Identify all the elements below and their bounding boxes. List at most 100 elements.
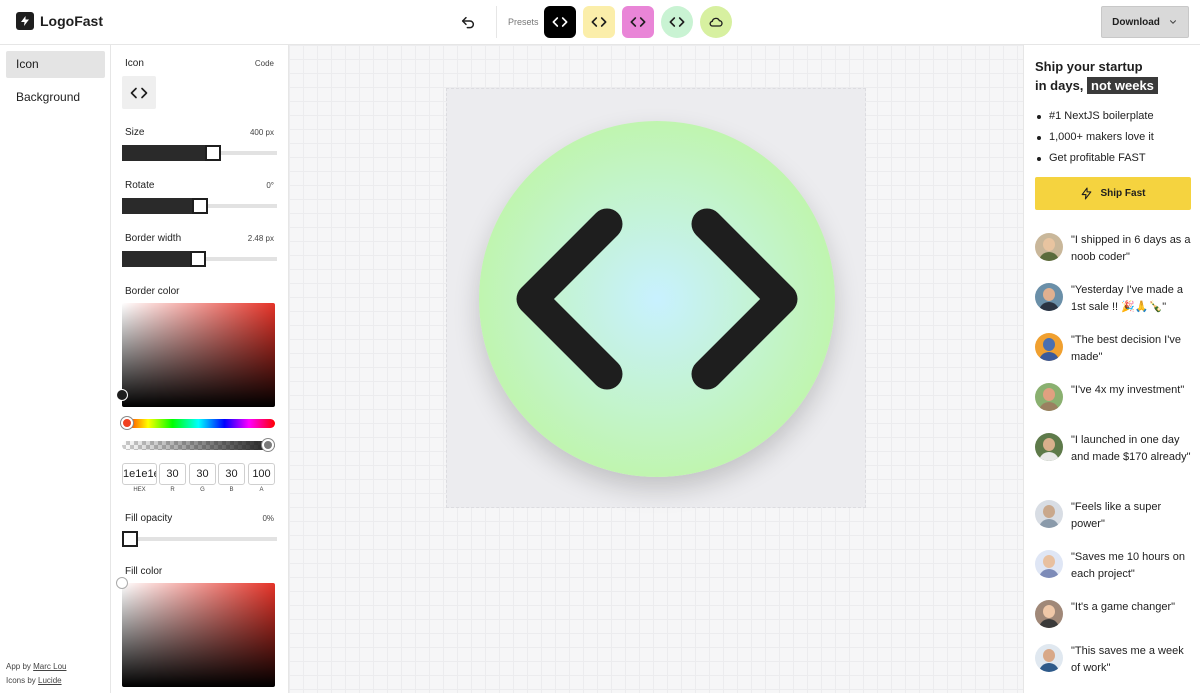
code-icon: [630, 17, 646, 27]
rotate-label: Rotate: [125, 180, 155, 191]
slider-thumb[interactable]: [190, 251, 206, 267]
fill-opacity-label: Fill opacity: [125, 513, 173, 524]
cloud-icon: [709, 17, 723, 27]
lucide-link[interactable]: Lucide: [38, 676, 62, 685]
slider-thumb[interactable]: [205, 145, 221, 161]
icon-name: Code: [254, 59, 274, 68]
slider-fill: [122, 198, 200, 214]
size-slider[interactable]: [122, 145, 277, 161]
toolbar-divider: [496, 6, 497, 38]
code-icon: [130, 87, 148, 98]
promo-title-line1: Ship your startup: [1035, 59, 1143, 74]
avatar: [1035, 433, 1063, 461]
g-input[interactable]: 30: [189, 463, 216, 485]
hue-thumb[interactable]: [121, 417, 133, 429]
border-color-label: Border color: [125, 286, 180, 297]
preset-2[interactable]: [583, 6, 615, 38]
code-icon: [669, 17, 685, 27]
size-value: 400 px: [249, 128, 274, 137]
preset-4[interactable]: [661, 6, 693, 38]
bolt-icon: [1082, 187, 1092, 200]
slider-thumb[interactable]: [192, 198, 208, 214]
nav-item-icon[interactable]: Icon: [6, 51, 105, 78]
alpha-thumb[interactable]: [262, 439, 274, 451]
download-button[interactable]: Download: [1101, 6, 1189, 38]
avatar: [1035, 283, 1063, 311]
testimonial-quote: "It's a game changer": [1071, 601, 1176, 613]
rotate-value: 0°: [266, 181, 274, 190]
icon-label: Icon: [125, 58, 144, 69]
author-link[interactable]: Marc Lou: [33, 662, 66, 671]
fill-color-saturation-area[interactable]: [116, 577, 275, 687]
credit-prefix: App by: [6, 662, 34, 671]
testimonial-quote: "I launched in one day and made $170 alr…: [1071, 434, 1191, 463]
testimonial: "The best decision I've made": [1035, 332, 1195, 366]
testimonial: "This saves me a week of work": [1035, 643, 1195, 677]
testimonial-quote: "This saves me a week of work": [1071, 645, 1184, 674]
list-item: 1,000+ makers love it: [1035, 127, 1154, 148]
rotate-slider[interactable]: [122, 198, 277, 214]
canvas-area: [289, 45, 1023, 693]
nav-item-background[interactable]: Background: [6, 84, 105, 111]
list-item: #1 NextJS boilerplate: [1035, 106, 1154, 127]
code-icon: [552, 17, 568, 27]
avatar: [1035, 600, 1063, 628]
promo-title-prefix: in days,: [1035, 78, 1084, 93]
border-color-saturation-area[interactable]: [116, 303, 275, 407]
preset-3[interactable]: [622, 6, 654, 38]
border-hue-slider[interactable]: [121, 417, 275, 429]
avatar: [1035, 644, 1063, 672]
testimonial-quote: "I shipped in 6 days as a noob coder": [1071, 234, 1191, 263]
slider-thumb[interactable]: [122, 531, 138, 547]
top-bar: LogoFast Presets Download: [0, 0, 1200, 45]
list-item: Get profitable FAST: [1035, 148, 1154, 169]
a-field-label: A: [259, 487, 264, 493]
testimonial: "It's a game changer": [1035, 599, 1195, 628]
undo-icon: [461, 16, 474, 29]
fill-opacity-slider[interactable]: [122, 531, 277, 547]
fill-color-label: Fill color: [125, 566, 163, 577]
promo-title: Ship your startup in days, not weeks: [1035, 57, 1195, 95]
credit-prefix: Icons by: [6, 676, 39, 685]
testimonial-quote: "Saves me 10 hours on each project": [1071, 551, 1185, 580]
color-picker-handle[interactable]: [116, 577, 128, 589]
a-input[interactable]: 100: [248, 463, 275, 485]
sidebar-nav: Icon Background App by Marc Lou Icons by…: [0, 45, 111, 693]
testimonial-quote: "Feels like a super power": [1071, 501, 1162, 530]
app-logo[interactable]: LogoFast: [16, 12, 103, 30]
hex-input[interactable]: 1e1e1e: [122, 463, 157, 485]
testimonial-quote: "The best decision I've made": [1071, 334, 1181, 363]
r-field-label: R: [170, 487, 175, 493]
testimonial: "I've 4x my investment": [1035, 382, 1195, 411]
testimonial: "I shipped in 6 days as a noob coder": [1035, 232, 1195, 266]
app-name: LogoFast: [40, 13, 103, 29]
chevron-down-icon: [1169, 20, 1176, 24]
credit-icons: Icons by Lucide: [6, 676, 62, 685]
ship-fast-button[interactable]: Ship Fast: [1035, 177, 1191, 210]
settings-panel: Icon Code Size 400 px Rotate 0° Border w…: [111, 45, 289, 693]
fill-opacity-value: 0%: [262, 514, 274, 523]
avatar: [1035, 233, 1063, 261]
avatar: [1035, 383, 1063, 411]
g-field-label: G: [200, 487, 205, 493]
undo-button[interactable]: [457, 12, 479, 34]
avatar: [1035, 333, 1063, 361]
slider-fill: [122, 145, 213, 161]
icon-picker-button[interactable]: [122, 76, 156, 109]
promo-sidebar: Ship your startup in days, not weeks #1 …: [1023, 45, 1200, 693]
border-width-value: 2.48 px: [247, 234, 274, 243]
nav-item-label: Background: [16, 90, 81, 104]
preset-5[interactable]: [700, 6, 732, 38]
b-input[interactable]: 30: [218, 463, 245, 485]
promo-title-line2: in days, not weeks: [1035, 76, 1195, 95]
bolt-icon: [16, 12, 34, 30]
artboard: [446, 88, 866, 508]
color-picker-handle[interactable]: [116, 389, 128, 401]
testimonial: "I launched in one day and made $170 alr…: [1035, 432, 1195, 466]
avatar: [1035, 550, 1063, 578]
promo-bullets: #1 NextJS boilerplate 1,000+ makers love…: [1035, 106, 1154, 169]
border-alpha-slider[interactable]: [122, 439, 275, 451]
preset-1[interactable]: [544, 6, 576, 38]
r-input[interactable]: 30: [159, 463, 186, 485]
border-width-slider[interactable]: [122, 251, 277, 267]
